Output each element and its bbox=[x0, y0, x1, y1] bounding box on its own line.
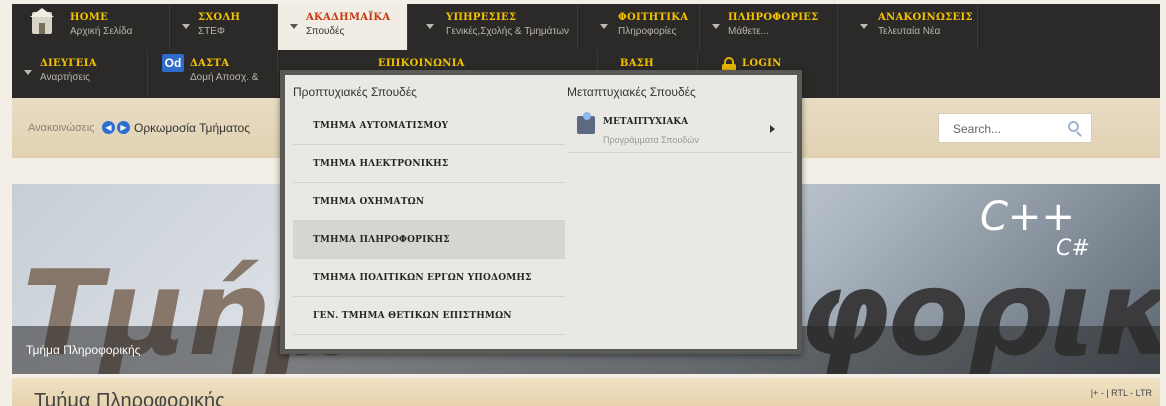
postgrad-sub: Προγράμματα Σπουδών bbox=[603, 135, 699, 145]
chevron-down-icon bbox=[24, 70, 32, 75]
nav-login-title: LOGIN bbox=[742, 58, 782, 69]
banner-caption: Τμήμα Πληροφορικής bbox=[26, 343, 141, 357]
banner-code-csharp: C# bbox=[1056, 236, 1090, 261]
page-heading: Τμήμα Πληροφορικής bbox=[34, 390, 225, 406]
nav-services[interactable]: ΥΠΗΡΕΣΙΕΣ Γενικές,Σχολής & Τμημάτων bbox=[408, 4, 578, 50]
chevron-down-icon bbox=[290, 24, 298, 29]
postgrad-title: ΜΕΤΑΠΤΥΧΙΑΚΑ bbox=[603, 117, 689, 127]
nav-announcements[interactable]: ΑΝΑΚΟΙΝΩΣΕΙΣ Τελευταία Νέα bbox=[838, 4, 978, 50]
chevron-down-icon bbox=[182, 24, 190, 29]
content-header: Τμήμα Πληροφορικής |+ - | RTL - LTR bbox=[12, 378, 1160, 406]
chevron-down-icon bbox=[712, 24, 720, 29]
menu-item-sciences[interactable]: ΓΕΝ. ΤΜΗΜΑ ΘΕΤΙΚΩΝ ΕΠΙΣΤΗΜΩΝ bbox=[293, 297, 565, 335]
nav-info[interactable]: ΠΛΗΡΟΦΟΡΙΕΣ Μάθετε... bbox=[700, 4, 838, 50]
nav-student[interactable]: ΦΟΙΤΗΤΙΚΑ Πληροφορίες bbox=[578, 4, 700, 50]
nav-diavgeia[interactable]: ΔΙΕΥΓΕΙΑ Αναρτήσεις bbox=[12, 50, 148, 96]
nav-row-1: HOME Αρχική Σελίδα ΣΧΟΛΗ ΣΤΕΦ ΑΚΑΔΗΜΑΪΚΑ… bbox=[12, 4, 978, 50]
nav-info-title: ΠΛΗΡΟΦΟΡΙΕΣ bbox=[728, 12, 819, 23]
next-arrow-icon[interactable]: ▶ bbox=[117, 121, 130, 134]
undergrad-list: ΤΜΗΜΑ ΑΥΤΟΜΑΤΙΣΜΟΥ ΤΜΗΜΑ ΗΛΕΚΤΡΟΝΙΚΗΣ ΤΜ… bbox=[293, 107, 565, 335]
nav-home-sub: Αρχική Σελίδα bbox=[70, 26, 133, 37]
nav-diavgeia-sub: Αναρτήσεις bbox=[40, 72, 90, 83]
nav-academic[interactable]: ΑΚΑΔΗΜΑΪΚΑ Σπουδές bbox=[278, 4, 408, 50]
home-icon bbox=[30, 8, 54, 34]
nav-student-title: ΦΟΙΤΗΤΙΚΑ bbox=[618, 12, 689, 23]
chevron-down-icon bbox=[860, 24, 868, 29]
menu-item-civil-works[interactable]: ΤΜΗΜΑ ΠΟΛΙΤΙΚΩΝ ΕΡΓΩΝ ΥΠΟΔΟΜΗΣ bbox=[293, 259, 565, 297]
od-logo-icon: Od bbox=[162, 54, 184, 72]
nav-announcements-sub: Τελευταία Νέα bbox=[878, 26, 941, 37]
rtl-ltr-links[interactable]: |+ - | RTL - LTR bbox=[1091, 388, 1152, 398]
nav-dasta[interactable]: Od ΔΑΣΤΑ Δομή Αποσχ. & bbox=[148, 50, 278, 96]
nav-announcements-title: ΑΝΑΚΟΙΝΩΣΕΙΣ bbox=[878, 12, 973, 23]
search-icon[interactable] bbox=[1068, 121, 1079, 132]
graduate-icon bbox=[577, 112, 595, 134]
menu-item-automation[interactable]: ΤΜΗΜΑ ΑΥΤΟΜΑΤΙΣΜΟΥ bbox=[293, 107, 565, 145]
menu-item-postgrad[interactable]: ΜΕΤΑΠΤΥΧΙΑΚΑ Προγράμματα Σπουδών bbox=[567, 107, 793, 153]
nav-school[interactable]: ΣΧΟΛΗ ΣΤΕΦ bbox=[170, 4, 278, 50]
nav-student-sub: Πληροφορίες bbox=[618, 26, 677, 37]
nav-academic-title: ΑΚΑΔΗΜΑΪΚΑ bbox=[306, 12, 391, 23]
prev-arrow-icon[interactable]: ◀ bbox=[102, 121, 115, 134]
menu-item-informatics[interactable]: ΤΜΗΜΑ ΠΛΗΡΟΦΟΡΙΚΗΣ bbox=[293, 221, 565, 259]
nav-dasta-title: ΔΑΣΤΑ bbox=[190, 58, 230, 69]
ticker-label: Ανακοινώσεις bbox=[28, 122, 95, 134]
nav-diavgeia-title: ΔΙΕΥΓΕΙΑ bbox=[40, 58, 97, 69]
search-box[interactable]: Search... bbox=[938, 113, 1092, 143]
nav-services-sub: Γενικές,Σχολής & Τμημάτων bbox=[446, 26, 570, 37]
nav-vasi-title: ΒΑΣΗ bbox=[620, 58, 654, 69]
chevron-right-icon bbox=[770, 125, 775, 133]
ticker-headline[interactable]: Ορκωμοσία Τμήματος bbox=[134, 121, 250, 135]
nav-home-title: HOME bbox=[70, 12, 109, 23]
chevron-down-icon bbox=[600, 24, 608, 29]
menu-item-vehicles[interactable]: ΤΜΗΜΑ ΟΧΗΜΑΤΩΝ bbox=[293, 183, 565, 221]
nav-academic-sub: Σπουδές bbox=[306, 26, 345, 37]
chevron-down-icon bbox=[426, 24, 434, 29]
nav-dasta-sub: Δομή Αποσχ. & bbox=[190, 72, 259, 83]
nav-services-title: ΥΠΗΡΕΣΙΕΣ bbox=[446, 12, 517, 23]
nav-contact-title: ΕΠΙΚΟΙΝΩΝΙΑ bbox=[378, 58, 465, 69]
nav-school-title: ΣΧΟΛΗ bbox=[198, 12, 241, 23]
academic-dropdown-menu: Προπτυχιακές Σπουδές Μεταπτυχιακές Σπουδ… bbox=[280, 70, 802, 354]
menu-item-electronics[interactable]: ΤΜΗΜΑ ΗΛΕΚΤΡΟΝΙΚΗΣ bbox=[293, 145, 565, 183]
postgrad-heading: Μεταπτυχιακές Σπουδές bbox=[567, 85, 696, 99]
nav-home[interactable]: HOME Αρχική Σελίδα bbox=[12, 4, 170, 50]
banner-code-cpp: C++ bbox=[980, 194, 1075, 240]
search-input[interactable]: Search... bbox=[953, 122, 1001, 136]
nav-school-sub: ΣΤΕΦ bbox=[198, 26, 225, 37]
undergrad-heading: Προπτυχιακές Σπουδές bbox=[293, 85, 417, 99]
nav-info-sub: Μάθετε... bbox=[728, 26, 769, 37]
